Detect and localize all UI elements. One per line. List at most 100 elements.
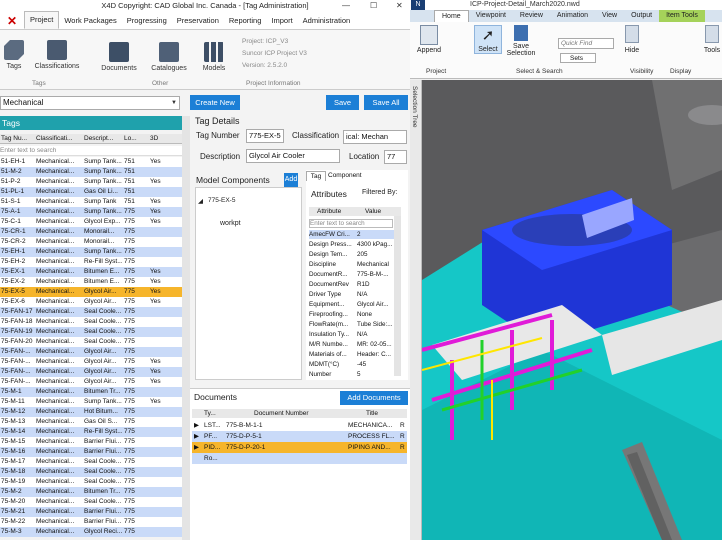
tags-search-input[interactable]: Enter text to search (0, 146, 186, 156)
tab-view[interactable]: View (595, 10, 624, 22)
tools-button[interactable]: Tools (700, 25, 722, 54)
attribute-row[interactable]: Insulation Ty... N/A (309, 330, 401, 339)
table-row[interactable]: 75-M-3 Mechanical... Glycol Reci... 775 (0, 527, 186, 537)
attributes-search-input[interactable]: Enter text to search (309, 219, 393, 228)
table-row[interactable]: 75-CR-2 Mechanical... Monorail... 775 (0, 237, 186, 247)
table-row[interactable]: 75-C-1 Mechanical... Glycol Exp... 775 Yes (0, 217, 186, 227)
select-button[interactable]: ➚ Select (474, 25, 502, 54)
table-row[interactable]: 75-EX-6 Mechanical... Glycol Air... 775 Yes (0, 297, 186, 307)
table-row[interactable]: 75-EX-5 Mechanical... Glycol Air... 775 Yes (0, 287, 186, 297)
classifications-button[interactable]: Classifications (32, 40, 82, 70)
tab-project[interactable]: Project (24, 11, 60, 29)
document-row[interactable]: ▶ LST... 775-B-M-1-1 MECHANICA... R (192, 420, 407, 431)
create-new-button[interactable]: Create New (190, 95, 240, 110)
attribute-row[interactable]: Number 5 (309, 370, 401, 379)
save-button[interactable]: Save (326, 95, 359, 110)
column-header[interactable]: Title (366, 409, 378, 418)
add-component-button[interactable]: Add (284, 173, 298, 187)
table-row[interactable]: 75-M-15 Mechanical... Barrier Flui... 775 (0, 437, 186, 447)
attribute-row[interactable]: Design Press... 4300 kPag... (309, 240, 401, 249)
hide-button[interactable]: Hide (620, 25, 644, 54)
attribute-row[interactable]: Design Tem... 205 (309, 250, 401, 259)
table-row[interactable]: 75-M-20 Mechanical... Seal Coole... 775 (0, 497, 186, 507)
sets-dropdown[interactable]: Sets (560, 53, 596, 63)
tag-number-field[interactable]: 775-EX-5 (246, 129, 284, 143)
add-documents-button[interactable]: Add Documents (340, 391, 408, 405)
table-row[interactable]: 75-EH-2 Mechanical... Re-Fill Syst... 775 (0, 257, 186, 267)
tab-work-packages[interactable]: Work Packages (59, 13, 121, 29)
tab-output[interactable]: Output (624, 10, 659, 22)
table-row[interactable]: 75-M-17 Mechanical... Seal Coole... 775 (0, 457, 186, 467)
table-row[interactable]: 75-M-18 Mechanical... Seal Coole... 775 (0, 467, 186, 477)
table-row[interactable]: 51-M-2 Mechanical... Sump Tank... 751 (0, 167, 186, 177)
document-row[interactable]: ▶ PID... 775-D-P-20-1 PIPING AND... R (192, 442, 407, 453)
table-row[interactable]: 75-M-1 Mechanical... Bitumen Tr... 775 (0, 387, 186, 397)
attribute-row[interactable]: Driver Type N/A (309, 290, 401, 299)
table-row[interactable]: 75-M-22 Mechanical... Barrier Flui... 775 (0, 517, 186, 527)
attribute-row[interactable]: MDMT(°C) -45 (309, 360, 401, 369)
column-header[interactable]: Classificati... (36, 134, 80, 144)
attribute-row[interactable]: AmecFW Cri... 2 (309, 230, 401, 239)
minimize-icon[interactable]: — (342, 0, 350, 12)
table-row[interactable]: 75-FAN-... Mechanical... Glycol Air... 775 Y… (0, 357, 186, 367)
table-row[interactable]: 75-FAN-... Mechanical... Glycol Air... 775 Y… (0, 377, 186, 387)
tab-home[interactable]: Home (434, 10, 469, 22)
expand-icon[interactable]: ▶ (194, 431, 199, 442)
append-button[interactable]: Append (414, 25, 444, 54)
table-row[interactable]: 75-A-1 Mechanical... Sump Tank... 775 Yes (0, 207, 186, 217)
table-row[interactable]: 75-FAN-... Mechanical... Glycol Air... 775 (0, 347, 186, 357)
column-header[interactable]: Lo... (124, 134, 144, 144)
attribute-row[interactable]: Discipline Mechanical (309, 260, 401, 269)
table-row[interactable]: 51-EH-1 Mechanical... Sump Tank... 751 Yes (0, 157, 186, 167)
3d-viewport[interactable] (422, 80, 722, 540)
attribute-row[interactable]: M/R Numbe... MR: 02-05... (309, 340, 401, 349)
models-button[interactable]: Models (198, 42, 230, 72)
table-row[interactable]: 75-EX-2 Mechanical... Bitumen E... 775 Yes (0, 277, 186, 287)
tree-child-node[interactable]: workpt (220, 220, 241, 227)
tab-viewpoint[interactable]: Viewpoint (469, 10, 513, 22)
table-row[interactable]: 75-M-13 Mechanical... Gas Oil S... 775 (0, 417, 186, 427)
document-row[interactable]: ▶ PF... 775-D-P-5-1 PROCESS FL... R (192, 431, 407, 442)
column-header[interactable]: Document Number (254, 409, 309, 418)
location-dropdown[interactable]: 77 (384, 150, 407, 164)
expand-icon[interactable]: ▶ (194, 420, 199, 431)
quick-access-icon[interactable] (410, 10, 434, 22)
attributes-scrollbar[interactable] (394, 216, 401, 376)
table-row[interactable]: 75-M-11 Mechanical... Sump Tank... 775 Yes (0, 397, 186, 407)
tags-scrollbar[interactable] (182, 116, 190, 540)
tree-root-node[interactable]: 775-EX-5 (208, 197, 235, 204)
table-row[interactable]: 51-P-2 Mechanical... Sump Tank... 751 Yes (0, 177, 186, 187)
tab-administration[interactable]: Administration (298, 13, 356, 29)
tab-import[interactable]: Import (266, 13, 297, 29)
tab-tag[interactable]: Tag (306, 171, 326, 181)
tab-review[interactable]: Review (513, 10, 550, 22)
expand-icon[interactable]: ▶ (194, 442, 199, 453)
tags-button[interactable]: Tags (3, 40, 25, 70)
selection-tree-tab[interactable]: Selection Tree (410, 80, 422, 540)
table-row[interactable]: 51-S-1 Mechanical... Sump Tank 751 Yes (0, 197, 186, 207)
maximize-icon[interactable]: ☐ (370, 0, 377, 12)
tab-animation[interactable]: Animation (550, 10, 595, 22)
table-row[interactable]: 75-M-16 Mechanical... Barrier Flui... 775 (0, 447, 186, 457)
save-selection-button[interactable]: Save Selection (506, 25, 536, 57)
table-row[interactable]: 51-PL-1 Mechanical... Gas Oil Li... 751 (0, 187, 186, 197)
document-row[interactable]: Ro... (192, 453, 407, 464)
value-col-header[interactable]: Value (365, 207, 381, 216)
attribute-row[interactable]: DocumentRev R1D (309, 280, 401, 289)
tree-expand-icon[interactable]: ◢ (198, 197, 203, 205)
save-all-button[interactable]: Save All (364, 95, 408, 110)
tab-reporting[interactable]: Reporting (224, 13, 267, 29)
table-row[interactable]: 75-FAN-20 Mechanical... Seal Coole... 775 (0, 337, 186, 347)
table-row[interactable]: 75-EH-1 Mechanical... Sump Tank... 775 (0, 247, 186, 257)
description-field[interactable]: Glycol Air Cooler (246, 149, 340, 163)
tab-item-tools[interactable]: Item Tools (659, 10, 705, 22)
column-header[interactable]: 3D (150, 134, 164, 144)
attribute-row[interactable]: Fireproofing... None (309, 310, 401, 319)
tab-progressing[interactable]: Progressing (122, 13, 172, 29)
attribute-row[interactable]: Equipment... Glycol Air... (309, 300, 401, 309)
table-row[interactable]: 75-M-19 Mechanical... Seal Coole... 775 (0, 477, 186, 487)
table-row[interactable]: 75-M-14 Mechanical... Re-Fill Syst... 775 (0, 427, 186, 437)
table-row[interactable]: 75-M-12 Mechanical... Hot Bitum... 775 (0, 407, 186, 417)
attribute-row[interactable]: DocumentR... 775-B-M-... (309, 270, 401, 279)
documents-button[interactable]: Documents (98, 42, 140, 72)
